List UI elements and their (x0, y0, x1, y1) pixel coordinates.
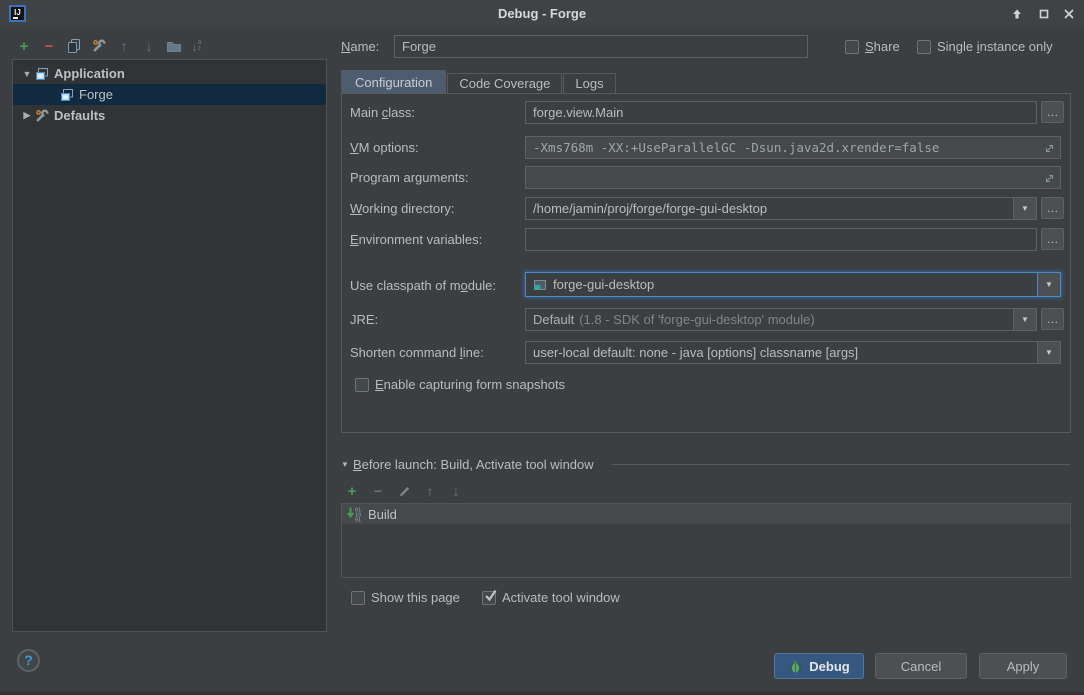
application-icon (34, 66, 50, 82)
svg-text:01: 01 (355, 518, 361, 523)
program-arguments-label: Program arguments: (350, 170, 469, 186)
single-instance-label: Single instance only (937, 39, 1053, 55)
window-close-button[interactable] (1062, 7, 1076, 21)
remove-configuration-button[interactable]: − (41, 37, 57, 55)
vm-options-input[interactable]: -Xms768m -XX:+UseParallelGC -Dsun.java2d… (525, 136, 1061, 159)
activate-tool-window-label: Activate tool window (502, 590, 620, 606)
environment-variables-label: Environment variables: (350, 232, 482, 248)
bug-icon (788, 659, 803, 674)
module-icon (533, 278, 547, 292)
debug-configuration-dialog: Debug - Forge IJ + − ↑ ↓ (0, 0, 1084, 695)
sort-configurations-button[interactable]: ↓ az (191, 39, 201, 54)
copy-configuration-button[interactable] (66, 37, 82, 55)
single-instance-checkbox[interactable] (917, 40, 931, 54)
window-maximize-button[interactable] (1037, 7, 1051, 21)
tree-item-label: Defaults (54, 108, 105, 123)
expander-open-icon[interactable]: ▼ (20, 69, 34, 79)
pencil-icon (397, 484, 412, 499)
jre-browse-button[interactable]: … (1041, 308, 1064, 330)
show-this-page-checkbox[interactable] (351, 591, 365, 605)
shorten-command-line-label: Shorten command line: (350, 345, 484, 361)
tab-code-coverage[interactable]: Code Coverage (447, 73, 562, 94)
tree-item-label: Forge (79, 87, 113, 102)
list-item-build[interactable]: 01 10 01 Build (342, 504, 1070, 524)
tab-logs[interactable]: Logs (563, 73, 615, 94)
expand-field-icon[interactable] (1044, 172, 1055, 187)
sort-az-icon: az (198, 40, 202, 52)
chevron-down-icon[interactable]: ▼ (1013, 309, 1036, 330)
checkmark-icon (482, 588, 499, 603)
config-tabs: Configuration Code Coverage Logs (341, 70, 617, 94)
move-down-button[interactable]: ↓ (141, 37, 157, 55)
before-launch-list: 01 10 01 Build (341, 503, 1071, 578)
program-arguments-input[interactable] (525, 166, 1061, 189)
shorten-command-line-combobox[interactable]: user-local default: none - java [options… (525, 341, 1061, 364)
folder-icon (166, 38, 182, 54)
tree-item-forge[interactable]: Forge (13, 84, 326, 105)
edit-task-button[interactable] (396, 482, 412, 500)
close-icon (1063, 8, 1075, 20)
share-label: Share (865, 39, 900, 55)
jre-label: JRE: (350, 312, 378, 328)
working-directory-label: Working directory: (350, 201, 455, 217)
tree-item-defaults[interactable]: ▶ Defaults (13, 105, 326, 126)
help-button[interactable]: ? (17, 649, 40, 672)
chevron-down-icon[interactable]: ▼ (1037, 273, 1060, 296)
working-directory-browse-button[interactable]: … (1041, 197, 1064, 219)
task-down-button[interactable]: ↓ (448, 482, 464, 500)
window-rollup-button[interactable] (1010, 7, 1024, 21)
use-classpath-combobox[interactable]: forge-gui-desktop ▼ (525, 272, 1061, 297)
main-class-browse-button[interactable]: … (1041, 101, 1064, 123)
before-launch-toolbar: + − ↑ ↓ (344, 482, 464, 500)
use-classpath-label: Use classpath of module: (350, 278, 496, 294)
before-launch-header: Before launch: Build, Activate tool wind… (353, 457, 594, 473)
add-task-button[interactable]: + (344, 482, 360, 500)
settings-wrench-icon (34, 108, 50, 124)
before-launch-separator (612, 464, 1070, 465)
capture-snapshots-label: Enable capturing form snapshots (375, 377, 565, 393)
environment-variables-input[interactable] (525, 228, 1037, 251)
vm-options-label: VM options: (350, 140, 419, 156)
expand-field-icon[interactable] (1044, 142, 1055, 157)
capture-snapshots-checkbox[interactable] (355, 378, 369, 392)
chevron-down-icon[interactable]: ▼ (1013, 198, 1036, 219)
arrow-up-icon (1011, 8, 1023, 20)
before-launch-collapse-icon[interactable]: ▼ (341, 460, 349, 469)
apply-button[interactable]: Apply (979, 653, 1067, 679)
cancel-button[interactable]: Cancel (875, 653, 967, 679)
title-bar[interactable]: Debug - Forge IJ (0, 0, 1084, 27)
window-title: Debug - Forge (0, 0, 1084, 27)
remove-task-button[interactable]: − (370, 482, 386, 500)
task-up-button[interactable]: ↑ (422, 482, 438, 500)
main-class-label: Main class: (350, 105, 415, 121)
name-label: Name: (341, 39, 379, 55)
expander-closed-icon[interactable]: ▶ (20, 110, 34, 121)
name-input[interactable]: Forge (394, 35, 808, 58)
add-configuration-button[interactable]: + (16, 37, 32, 55)
jre-combobox[interactable]: Default (1.8 - SDK of 'forge-gui-desktop… (525, 308, 1037, 331)
maximize-icon (1038, 8, 1050, 20)
activate-tool-window-checkbox[interactable] (482, 591, 496, 605)
build-icon: 01 10 01 (347, 506, 363, 522)
show-this-page-label: Show this page (371, 590, 460, 606)
create-folder-button[interactable] (166, 37, 182, 55)
copy-icon (66, 38, 82, 54)
tree-item-label: Application (54, 66, 125, 81)
configurations-tree: ▼ Application Forge ▶ (12, 59, 327, 632)
working-directory-combobox[interactable]: /home/jamin/proj/forge/forge-gui-desktop… (525, 197, 1037, 220)
tab-configuration[interactable]: Configuration (341, 70, 446, 94)
intellij-logo-icon: IJ (9, 5, 26, 22)
edit-templates-button[interactable] (91, 37, 107, 55)
move-up-button[interactable]: ↑ (116, 37, 132, 55)
configurations-toolbar: + − ↑ ↓ ↓ az (16, 37, 201, 55)
environment-variables-browse-button[interactable]: … (1041, 228, 1064, 250)
main-class-input[interactable]: forge.view.Main (525, 101, 1037, 124)
application-icon (59, 87, 75, 103)
chevron-down-icon[interactable]: ▼ (1037, 342, 1060, 363)
share-checkbox[interactable] (845, 40, 859, 54)
task-label: Build (368, 507, 397, 522)
wrench-icon (91, 38, 107, 54)
debug-button[interactable]: Debug (774, 653, 864, 679)
tree-item-application[interactable]: ▼ Application (13, 63, 326, 84)
